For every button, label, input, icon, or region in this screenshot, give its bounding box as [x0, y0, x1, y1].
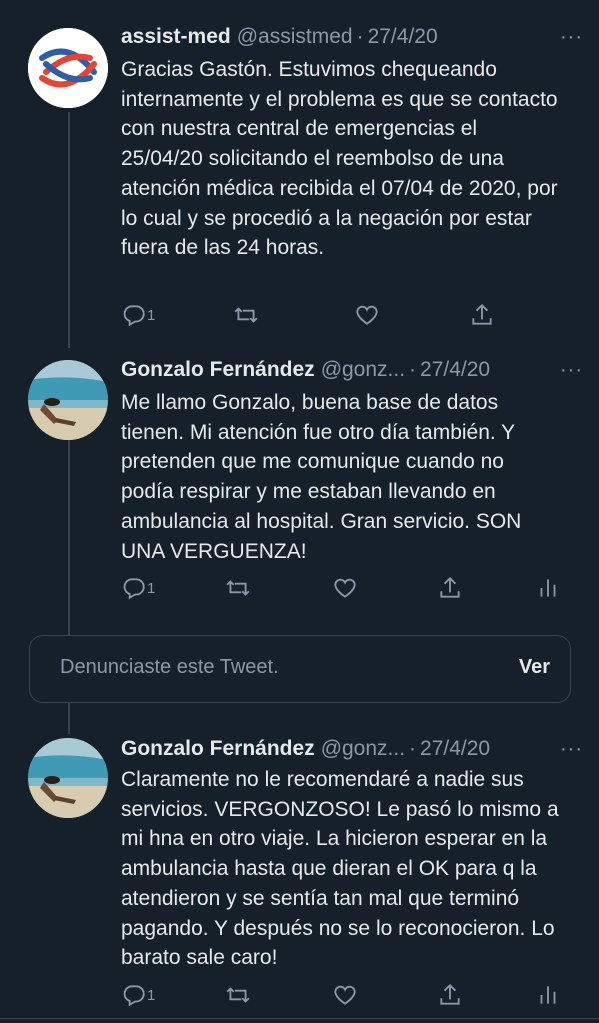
retweet-button[interactable]: [225, 575, 251, 601]
reported-text: Denunciaste este Tweet.: [60, 656, 279, 678]
divider: [0, 1018, 599, 1019]
author-handle[interactable]: @assistmed: [237, 25, 353, 49]
reply-button[interactable]: 1: [121, 575, 155, 601]
author-handle[interactable]: @gonz...: [321, 358, 405, 382]
reply-button[interactable]: 1: [121, 982, 155, 1008]
separator-dot: ·: [409, 358, 417, 381]
share-icon: [472, 303, 492, 325]
separator-dot: ·: [409, 737, 417, 760]
heart-icon: [356, 305, 378, 325]
analytics-icon: [540, 986, 556, 1004]
share-button[interactable]: [437, 982, 463, 1008]
reply-icon: [123, 305, 145, 327]
tweet-header: Gonzalo Fernández @gonz... · 27/4/20 ···: [121, 355, 583, 385]
tweet-text: Claramente no le recomendaré a nadie sus…: [121, 768, 559, 970]
tweet-actions: 1: [121, 575, 571, 603]
retweet-button[interactable]: [225, 982, 251, 1008]
separator-dot: ·: [356, 25, 364, 48]
reply-icon: [123, 578, 145, 600]
avatar[interactable]: [28, 738, 108, 818]
avatar[interactable]: [28, 28, 108, 108]
retweet-button[interactable]: [233, 302, 259, 328]
tweet[interactable]: Gonzalo Fernández @gonz... · 27/4/20 ···…: [0, 725, 599, 1017]
beach-photo-icon: [28, 360, 108, 440]
share-button[interactable]: [437, 575, 463, 601]
more-options-icon[interactable]: ···: [560, 738, 583, 761]
reported-tweet-notice: Denunciaste este Tweet. Ver: [29, 635, 571, 703]
retweet-icon: [234, 307, 258, 323]
tweet-text: Gracias Gastón. Estuvimos chequeando int…: [121, 58, 558, 260]
share-icon: [440, 983, 460, 1005]
tweet-header: Gonzalo Fernández @gonz... · 27/4/20 ···: [121, 734, 583, 764]
tweet-header: assist-med @assistmed · 27/4/20 ···: [121, 22, 583, 52]
author-name[interactable]: Gonzalo Fernández: [121, 358, 315, 382]
tweet-text: Me llamo Gonzalo, buena base de datos ti…: [121, 391, 522, 563]
author-handle[interactable]: @gonz...: [321, 737, 405, 761]
author-name[interactable]: Gonzalo Fernández: [121, 737, 315, 761]
like-button[interactable]: [354, 302, 380, 328]
more-options-icon[interactable]: ···: [560, 359, 583, 382]
retweet-icon: [226, 987, 250, 1003]
tweet-actions: 1: [121, 982, 571, 1010]
analytics-button[interactable]: [535, 575, 561, 601]
tweet-date[interactable]: 27/4/20: [420, 358, 490, 382]
tweet-date[interactable]: 27/4/20: [368, 25, 438, 49]
analytics-icon: [540, 579, 556, 597]
like-button[interactable]: [332, 575, 358, 601]
retweet-icon: [226, 580, 250, 596]
tweet-date[interactable]: 27/4/20: [420, 737, 490, 761]
reply-icon: [123, 985, 145, 1007]
reply-count: 1: [147, 306, 156, 324]
tweet[interactable]: assist-med @assistmed · 27/4/20 ··· Grac…: [0, 0, 599, 345]
heart-icon: [334, 578, 356, 598]
like-button[interactable]: [332, 982, 358, 1008]
share-button[interactable]: [469, 302, 495, 328]
share-icon: [440, 576, 460, 598]
view-reported-button[interactable]: Ver: [519, 656, 550, 679]
reply-count: 1: [147, 579, 156, 597]
tweet[interactable]: Gonzalo Fernández @gonz... · 27/4/20 ···…: [0, 345, 599, 635]
heart-icon: [334, 985, 356, 1005]
avatar[interactable]: [28, 360, 108, 440]
tweet-actions: 1: [121, 302, 571, 330]
reply-button[interactable]: 1: [121, 302, 155, 328]
reply-count: 1: [147, 986, 156, 1004]
assist-med-logo-icon: [28, 28, 108, 108]
analytics-button[interactable]: [535, 982, 561, 1008]
beach-photo-icon: [28, 738, 108, 818]
author-name[interactable]: assist-med: [121, 25, 231, 49]
more-options-icon[interactable]: ···: [560, 26, 583, 49]
